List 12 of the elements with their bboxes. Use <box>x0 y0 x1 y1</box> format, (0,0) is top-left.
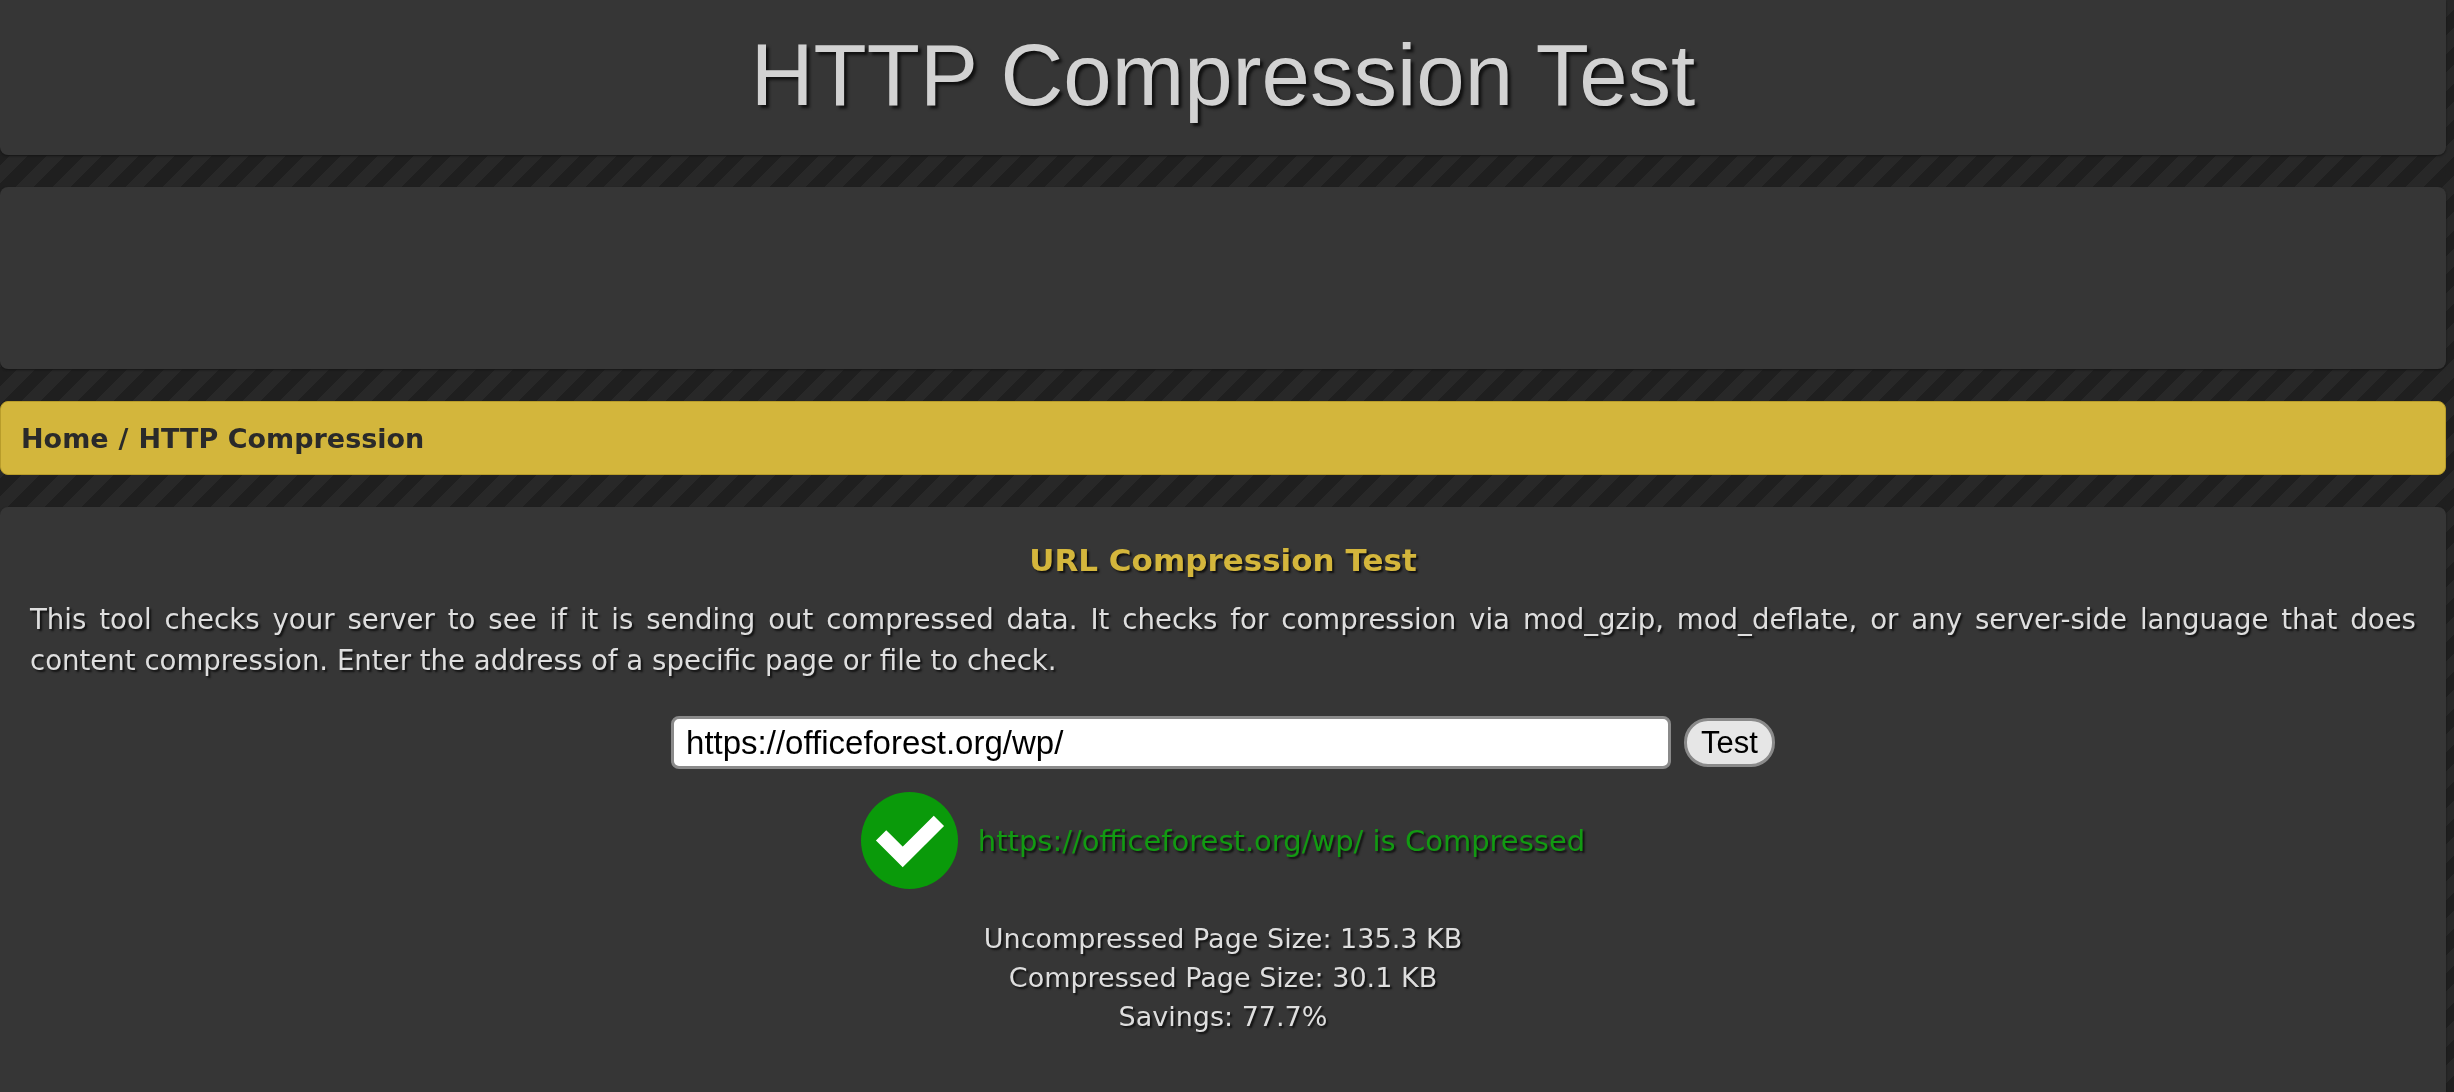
test-button[interactable]: Test <box>1684 718 1775 767</box>
section-heading: URL Compression Test <box>1029 542 1417 578</box>
stat-text: Compressed Page Size: 30.1 KB <box>1008 961 1438 995</box>
result-message: https://officeforest.org/wp/ is Compressed <box>977 823 1586 858</box>
breadcrumb-separator: / <box>118 424 129 452</box>
stat-text: Uncompressed Page Size: 135.3 KB <box>983 922 1463 956</box>
url-input-field[interactable]: https://officeforest.org/wp/ <box>671 716 1672 769</box>
stat-text: Savings: 77.7% <box>1118 1000 1328 1034</box>
description-text: This tool checks your server to see if it is sending out compressed data. It checks for compression via mod_gzip, mod_deflate, or any server-side language that does content compression. Enter the address of a specific page or file to check. <box>30 602 2416 679</box>
breadcrumb-link[interactable]: Home <box>21 424 109 452</box>
page-title: HTTP Compression Test <box>750 31 1696 124</box>
breadcrumb-current: HTTP Compression <box>138 424 425 452</box>
